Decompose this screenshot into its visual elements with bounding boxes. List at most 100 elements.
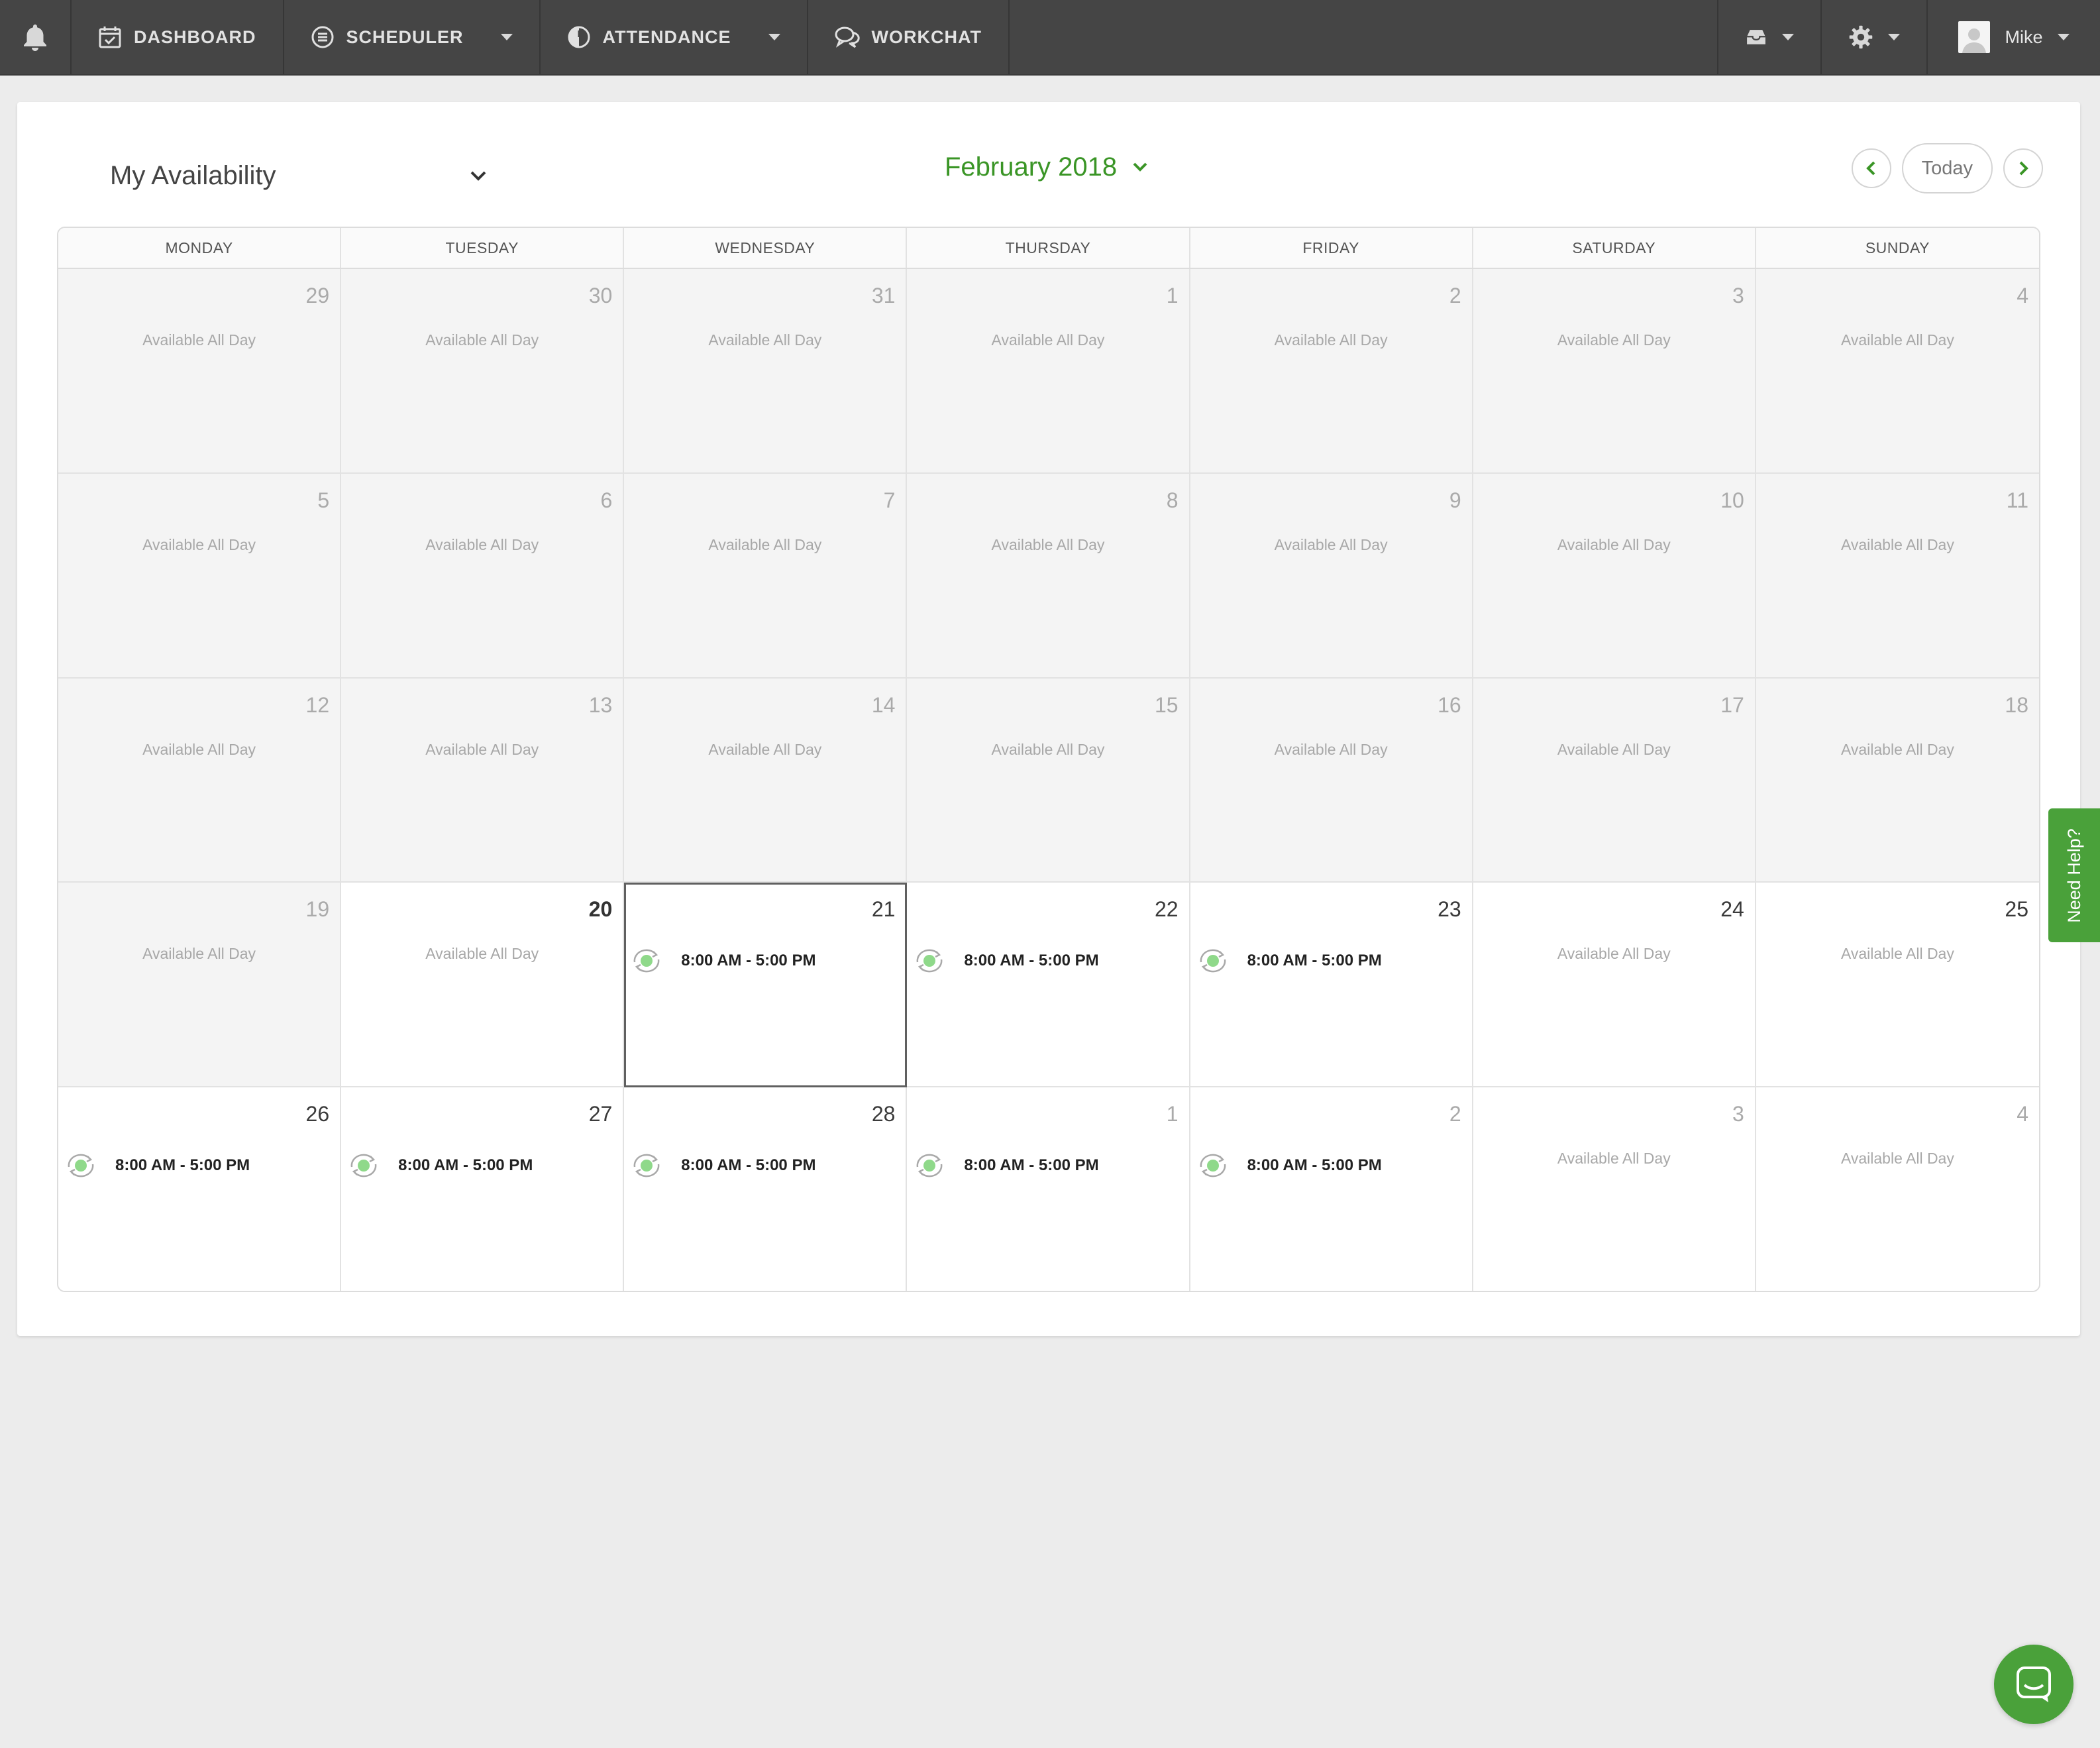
calendar-day-cell[interactable]: 28 8:00 AM - 5:00 PM [624, 1087, 908, 1291]
day-number: 2 [1449, 1102, 1461, 1126]
calendar-day-cell[interactable]: 24 Available All Day [1473, 883, 1756, 1088]
day-number: 5 [317, 488, 330, 512]
availability-status: Available All Day [1557, 740, 1671, 758]
calendar-day-cell[interactable]: 17 Available All Day [1473, 678, 1756, 883]
availability-status: Available All Day [425, 535, 539, 553]
day-number: 7 [883, 488, 896, 512]
calendar-day-cell[interactable]: 12 Available All Day [58, 678, 342, 883]
availability-status: Available All Day [425, 945, 539, 963]
calendar-day-cell[interactable]: 1 8:00 AM - 5:00 PM [907, 1087, 1190, 1291]
need-help-tab[interactable]: Need Help? [2048, 808, 2100, 942]
weekday-label: WEDNESDAY [624, 228, 908, 268]
availability-status: Available All Day [991, 535, 1105, 553]
recurring-icon [917, 950, 943, 973]
calendar-day-cell[interactable]: 1 Available All Day [907, 269, 1190, 474]
date-navigation: Today [1851, 142, 2043, 195]
nav-dashboard[interactable]: DASHBOARD [72, 0, 284, 74]
calendar-day-cell[interactable]: 31 Available All Day [624, 269, 908, 474]
availability-shift[interactable]: 8:00 AM - 5:00 PM [629, 1152, 815, 1179]
clock-icon [568, 26, 590, 48]
inbox-icon [1747, 30, 1765, 44]
view-selector-label: My Availability [110, 160, 276, 190]
notifications-button[interactable] [0, 0, 72, 74]
nav-dashboard-label: DASHBOARD [134, 27, 256, 47]
day-number: 3 [1732, 1102, 1744, 1126]
calendar-day-cell[interactable]: 3 Available All Day [1473, 1087, 1756, 1291]
day-number: 24 [1720, 897, 1744, 922]
month-selector[interactable]: February 2018 [945, 140, 1149, 193]
availability-status: Available All Day [1557, 945, 1671, 963]
calendar-day-cell[interactable]: 2 8:00 AM - 5:00 PM [1190, 1087, 1473, 1291]
calendar-day-cell[interactable]: 18 Available All Day [1756, 678, 2039, 883]
recurring-icon [1200, 950, 1226, 973]
shift-time: 8:00 AM - 5:00 PM [681, 1156, 816, 1175]
day-number: 26 [305, 1102, 330, 1126]
day-number: 20 [588, 897, 613, 922]
shift-time: 8:00 AM - 5:00 PM [681, 952, 816, 970]
chevron-down-icon [1888, 34, 1900, 40]
view-selector-dropdown[interactable]: My Availability [110, 152, 488, 199]
previous-month-button[interactable] [1851, 148, 1891, 188]
calendar-day-cell[interactable]: 19 Available All Day [58, 883, 342, 1088]
day-number: 16 [1438, 692, 1461, 717]
recurring-icon [917, 1154, 943, 1177]
availability-shift[interactable]: 8:00 AM - 5:00 PM [346, 1152, 533, 1179]
weekday-label: TUESDAY [341, 228, 625, 268]
calendar-day-cell[interactable]: 16 Available All Day [1190, 678, 1473, 883]
nav-scheduler[interactable]: SCHEDULER [284, 0, 541, 74]
today-button[interactable]: Today [1901, 143, 1993, 193]
scheduler-icon [311, 26, 333, 48]
calendar-day-cell[interactable]: 8 Available All Day [907, 473, 1190, 679]
day-number: 19 [305, 897, 330, 922]
calendar-day-cell[interactable]: 4 Available All Day [1756, 269, 2039, 474]
settings-menu[interactable] [1820, 0, 1926, 74]
calendar-day-cell[interactable]: 22 8:00 AM - 5:00 PM [907, 883, 1190, 1088]
availability-shift[interactable]: 8:00 AM - 5:00 PM [64, 1152, 250, 1179]
need-help-label: Need Help? [2064, 828, 2084, 923]
calendar-day-cell[interactable]: 15 Available All Day [907, 678, 1190, 883]
calendar-day-cell[interactable]: 3 Available All Day [1473, 269, 1756, 474]
recurring-icon [1200, 1154, 1226, 1177]
availability-shift[interactable]: 8:00 AM - 5:00 PM [1196, 948, 1382, 974]
calendar-day-cell[interactable]: 21 8:00 AM - 5:00 PM [624, 883, 908, 1088]
day-number: 17 [1720, 692, 1744, 717]
calendar-day-cell[interactable]: 14 Available All Day [624, 678, 908, 883]
calendar-day-cell[interactable]: 11 Available All Day [1756, 473, 2039, 679]
calendar-day-cell[interactable]: 29 Available All Day [58, 269, 342, 474]
availability-shift[interactable]: 8:00 AM - 5:00 PM [912, 948, 1099, 974]
availability-status: Available All Day [1557, 1150, 1671, 1168]
calendar-day-cell[interactable]: 7 Available All Day [624, 473, 908, 679]
calendar-day-cell[interactable]: 23 8:00 AM - 5:00 PM [1190, 883, 1473, 1088]
calendar-day-cell[interactable]: 26 8:00 AM - 5:00 PM [58, 1087, 342, 1291]
chevron-down-icon [500, 34, 513, 40]
calendar-day-cell[interactable]: 27 8:00 AM - 5:00 PM [341, 1087, 625, 1291]
calendar-day-cell[interactable]: 30 Available All Day [341, 269, 625, 474]
nav-workchat[interactable]: WORKCHAT [808, 0, 1010, 74]
availability-card: My Availability February 2018 Today MOND… [17, 102, 2080, 1336]
availability-shift[interactable]: 8:00 AM - 5:00 PM [1196, 1152, 1382, 1179]
next-month-button[interactable] [2003, 148, 2043, 188]
calendar-day-cell[interactable]: 25 Available All Day [1756, 883, 2039, 1088]
user-name: Mike [2005, 27, 2043, 47]
calendar-day-cell[interactable]: 2 Available All Day [1190, 269, 1473, 474]
calendar-day-cell[interactable]: 10 Available All Day [1473, 473, 1756, 679]
calendar-day-cell[interactable]: 9 Available All Day [1190, 473, 1473, 679]
day-number: 15 [1154, 692, 1179, 717]
shift-time: 8:00 AM - 5:00 PM [964, 952, 1099, 970]
inbox-menu[interactable] [1717, 0, 1820, 74]
calendar-day-cell[interactable]: 20 Available All Day [341, 883, 625, 1088]
availability-shift[interactable]: 8:00 AM - 5:00 PM [629, 948, 815, 974]
calendar-day-cell[interactable]: 4 Available All Day [1756, 1087, 2039, 1291]
month-calendar: MONDAY TUESDAY WEDNESDAY THURSDAY FRIDAY… [57, 227, 2040, 1292]
user-menu[interactable]: Mike [1926, 0, 2100, 74]
nav-attendance[interactable]: ATTENDANCE [541, 0, 808, 74]
calendar-day-cell[interactable]: 6 Available All Day [341, 473, 625, 679]
day-number: 4 [2017, 284, 2028, 307]
availability-status: Available All Day [1840, 945, 1954, 963]
chat-launcher-button[interactable] [1994, 1645, 2074, 1724]
calendar-day-cell[interactable]: 5 Available All Day [58, 473, 342, 679]
weekday-label: FRIDAY [1190, 228, 1473, 268]
availability-shift[interactable]: 8:00 AM - 5:00 PM [912, 1152, 1099, 1179]
calendar-day-cell[interactable]: 13 Available All Day [341, 678, 625, 883]
